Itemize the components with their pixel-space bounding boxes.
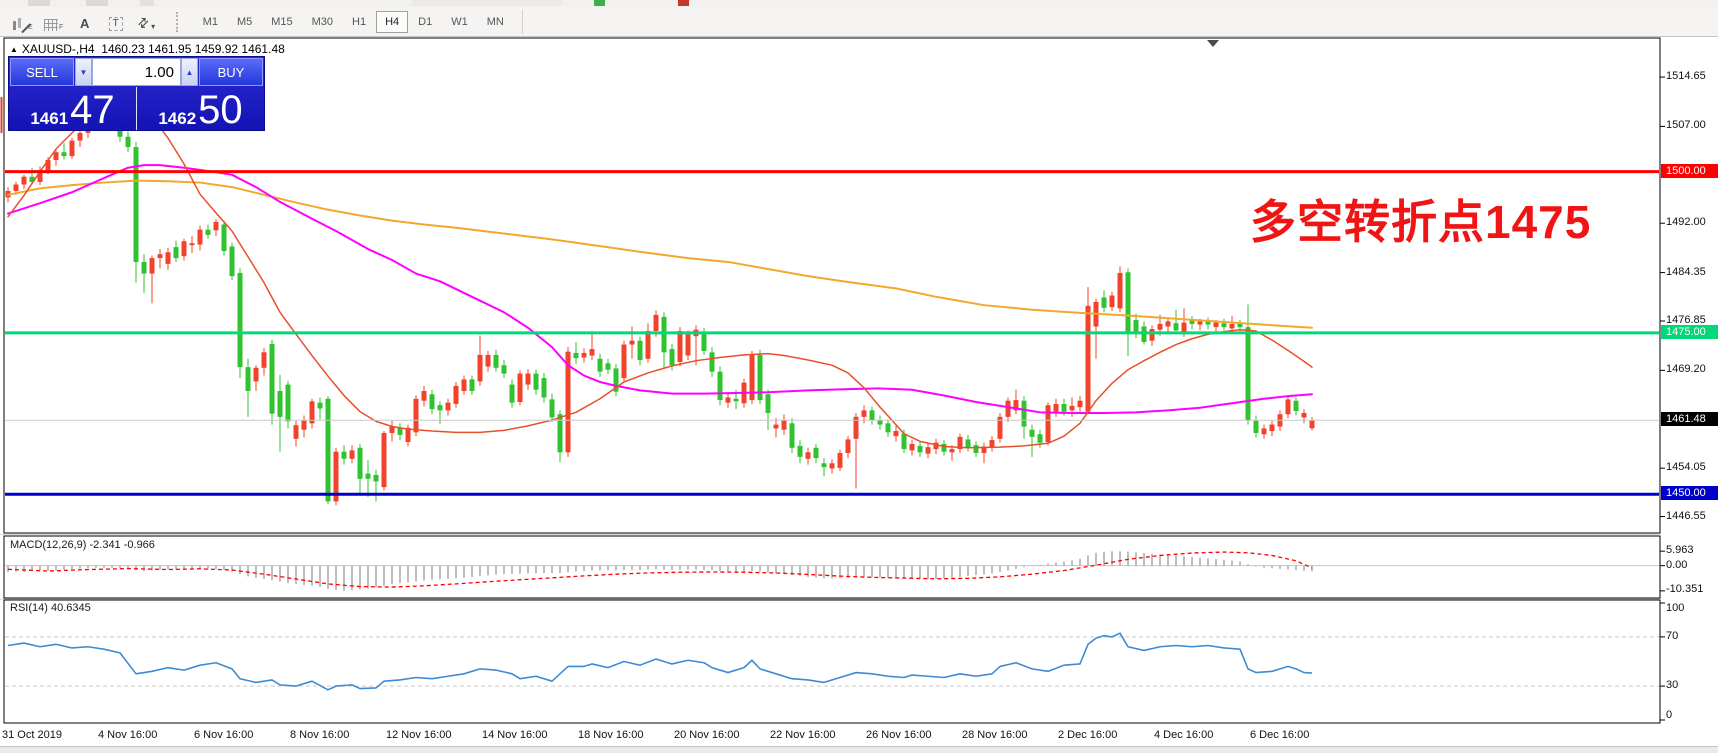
mt4-application-window: EFAT⇄▾ M1M5M15M30H1H4D1W1MN ▲ XAUUSD-,H4 …	[0, 0, 1718, 753]
price-axis-tick: 1507.00	[1666, 119, 1706, 131]
timeframe-mn-button[interactable]: MN	[478, 11, 513, 33]
rsi-axis-tick: 100	[1666, 602, 1684, 614]
toolbar-separator	[522, 10, 523, 34]
time-axis-label: 8 Nov 16:00	[290, 729, 349, 741]
time-axis-label: 26 Nov 16:00	[866, 729, 931, 741]
chart-title: ▲ XAUUSD-,H4 1460.23 1461.95 1459.92 1461…	[10, 42, 285, 56]
time-axis-label: 28 Nov 16:00	[962, 729, 1027, 741]
time-axis-label: 20 Nov 16:00	[674, 729, 739, 741]
timeframe-m15-button[interactable]: M15	[262, 11, 301, 33]
timeframe-m30-button[interactable]: M30	[303, 11, 342, 33]
timeframe-h4-button[interactable]: H4	[376, 11, 408, 33]
ask-price-button[interactable]: 1462 50	[137, 87, 264, 130]
remnant-icon-green	[594, 0, 605, 6]
remnant-icon	[412, 0, 562, 6]
time-axis-label: 6 Nov 16:00	[194, 729, 253, 741]
lot-increase-button[interactable]: ▲	[181, 58, 198, 86]
macd-label: MACD(12,26,9) -2.341 -0.966	[10, 539, 155, 551]
macd-axis-tick: 5.963	[1666, 544, 1694, 556]
chart-pane	[4, 600, 1660, 723]
remnant-icon	[140, 0, 154, 6]
toolbar-grip[interactable]	[176, 12, 184, 32]
lot-decrease-button[interactable]: ▼	[75, 58, 92, 86]
macd-axis-tick: 0.00	[1666, 559, 1687, 571]
price-axis-tick: 1469.20	[1666, 363, 1706, 375]
window-bottom-edge	[0, 746, 1718, 753]
price-level-tag: 1450.00	[1661, 486, 1718, 500]
price-axis-tick: 1454.05	[1666, 461, 1706, 473]
timeframe-m1-button[interactable]: M1	[194, 11, 227, 33]
time-axis-label: 22 Nov 16:00	[770, 729, 835, 741]
sell-button[interactable]: SELL	[10, 58, 74, 86]
rsi-axis-tick: 30	[1666, 679, 1678, 691]
font-icon[interactable]: A	[71, 10, 99, 34]
indicators-icon[interactable]: E	[8, 10, 37, 34]
remnant-icon	[86, 0, 108, 6]
time-axis-label: 12 Nov 16:00	[386, 729, 451, 741]
ohlc-values: 1460.23 1461.95 1459.92 1461.48	[101, 42, 285, 56]
ask-price-small: 1462	[158, 110, 196, 127]
rsi-axis-tick: 70	[1666, 630, 1678, 642]
one-click-trade-panel: SELL ▼ ▲ BUY 1461 47 1462 50	[8, 56, 265, 131]
macd-axis-tick: -10.351	[1666, 583, 1703, 595]
symbol-period: XAUUSD-,H4	[22, 42, 95, 56]
time-axis-label: 6 Dec 16:00	[1250, 729, 1309, 741]
remnant-icon	[28, 0, 50, 6]
crosshair-arrows-icon[interactable]: ⇄▾	[133, 10, 161, 34]
timeframe-w1-button[interactable]: W1	[442, 11, 477, 33]
grid-icon[interactable]: F	[40, 10, 68, 34]
collapse-arrow-icon[interactable]: ▲	[10, 45, 18, 54]
timeframe-m5-button[interactable]: M5	[228, 11, 261, 33]
buy-button[interactable]: BUY	[199, 58, 263, 86]
chart-text-annotation: 多空转折点1475	[1250, 186, 1591, 252]
timeframe-d1-button[interactable]: D1	[409, 11, 441, 33]
time-axis-label: 2 Dec 16:00	[1058, 729, 1117, 741]
bid-price-small: 1461	[30, 110, 68, 127]
time-axis-label: 4 Dec 16:00	[1154, 729, 1213, 741]
ask-price-big: 50	[198, 93, 243, 127]
price-axis-tick: 1484.35	[1666, 266, 1706, 278]
edge-artifact	[1, 97, 3, 133]
lot-size-input[interactable]	[92, 58, 181, 86]
top-toolbar-remnant	[0, 0, 1718, 7]
rsi-label: RSI(14) 40.6345	[10, 602, 91, 614]
remnant-icon-red	[678, 0, 689, 6]
bid-price-big: 47	[70, 93, 115, 127]
bid-price-button[interactable]: 1461 47	[9, 87, 137, 130]
price-axis-tick: 1514.65	[1666, 70, 1706, 82]
rsi-axis-tick: 0	[1666, 709, 1672, 721]
price-axis-tick: 1492.00	[1666, 216, 1706, 228]
time-axis-label: 31 Oct 2019	[2, 729, 62, 741]
time-axis-label: 14 Nov 16:00	[482, 729, 547, 741]
time-axis-label: 18 Nov 16:00	[578, 729, 643, 741]
price-level-tag: 1500.00	[1661, 164, 1718, 178]
price-level-tag: 1461.48	[1661, 412, 1718, 426]
text-box-icon[interactable]: T	[102, 10, 130, 34]
time-axis-label: 4 Nov 16:00	[98, 729, 157, 741]
timeframe-h1-button[interactable]: H1	[343, 11, 375, 33]
price-level-tag: 1475.00	[1661, 325, 1718, 339]
price-axis-tick: 1446.55	[1666, 510, 1706, 522]
toolbar: EFAT⇄▾ M1M5M15M30H1H4D1W1MN	[0, 7, 1718, 37]
